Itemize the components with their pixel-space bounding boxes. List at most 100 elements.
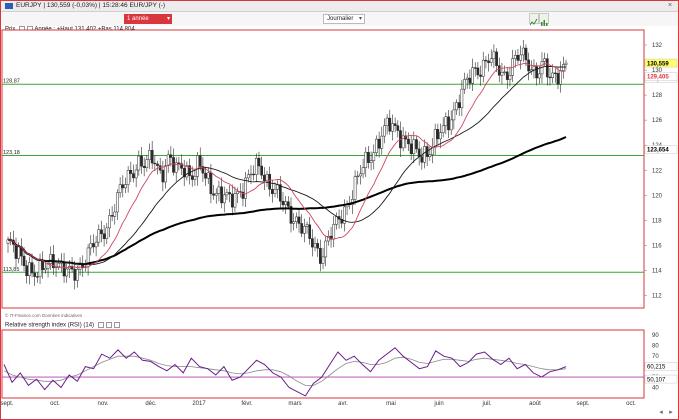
- candle-body: [385, 117, 389, 126]
- candle-body: [102, 233, 106, 239]
- candle-body: [294, 216, 298, 222]
- candle-body: [521, 47, 525, 56]
- candle-body: [217, 186, 221, 194]
- candle-body: [471, 67, 474, 84]
- candle-body: [145, 159, 149, 168]
- candle-body: [415, 139, 418, 150]
- candle-body: [292, 221, 296, 224]
- candle-body: [319, 247, 322, 264]
- candle-body: [228, 192, 231, 195]
- candle-body: [559, 70, 563, 85]
- y-tick-label: 120: [652, 193, 663, 199]
- candle-body: [449, 119, 453, 131]
- x-tick-label: avr.: [338, 401, 348, 407]
- candle-body: [377, 138, 381, 149]
- candle-body: [278, 184, 282, 202]
- candle-body: [225, 192, 229, 196]
- candle-body: [254, 157, 258, 175]
- candle-body: [249, 173, 253, 176]
- candle-body: [393, 123, 397, 126]
- candle-body: [513, 55, 517, 59]
- candle-body: [548, 76, 552, 79]
- candle-body: [545, 58, 549, 78]
- y-tick-label: 118: [652, 218, 662, 224]
- candle-body: [444, 116, 448, 127]
- candle-body: [388, 117, 392, 132]
- candle-body: [455, 102, 458, 111]
- candle-body: [481, 59, 485, 77]
- candle-body: [535, 66, 538, 79]
- candle-body: [65, 268, 69, 277]
- candle-body: [313, 243, 317, 248]
- candle-body: [150, 150, 154, 164]
- candle-body: [28, 262, 31, 277]
- x-tick-label: mai: [386, 401, 396, 407]
- candle-body: [503, 71, 506, 73]
- y-tick-label: 132: [652, 43, 663, 49]
- candle-body: [30, 262, 34, 274]
- candle-body: [305, 224, 309, 227]
- candle-body: [556, 73, 560, 85]
- candle-body: [439, 132, 442, 140]
- candle-body: [100, 229, 103, 235]
- candle-body: [118, 184, 122, 193]
- candle-body: [97, 229, 101, 243]
- candle-body: [262, 174, 266, 181]
- support-line-label: 128,87: [3, 79, 20, 85]
- candle-body: [367, 151, 370, 163]
- candle-body: [17, 246, 21, 259]
- candle-body: [142, 165, 146, 168]
- candle-body: [311, 238, 314, 248]
- candle-body: [300, 223, 304, 234]
- candle-body: [479, 74, 482, 77]
- y-tick-label: 112: [652, 293, 662, 299]
- y-tick-label: 116: [652, 243, 662, 249]
- candle-body: [121, 184, 125, 189]
- x-tick-label: févr.: [241, 401, 253, 407]
- x-tick-label: oct.: [626, 401, 636, 407]
- candle-body: [428, 154, 432, 157]
- candle-body: [537, 73, 541, 79]
- candle-body: [230, 193, 234, 208]
- support-line-label: 113,85: [3, 267, 19, 273]
- candle-body: [417, 148, 421, 157]
- candle-body: [193, 176, 197, 180]
- candle-body: [94, 241, 98, 248]
- candle-body: [132, 173, 135, 179]
- price-tag-label: 123,654: [647, 148, 669, 154]
- candle-body: [551, 72, 555, 78]
- candle-body: [457, 102, 461, 109]
- candle-body: [257, 157, 261, 167]
- x-tick-label: déc.: [145, 401, 157, 407]
- candle-body: [105, 227, 109, 239]
- candle-body: [196, 155, 199, 177]
- candle-body: [212, 193, 215, 196]
- candle-body: [383, 125, 386, 137]
- x-tick-label: nov.: [98, 401, 109, 407]
- candle-body: [185, 165, 189, 178]
- candle-body: [492, 51, 496, 59]
- candle-body: [108, 215, 111, 229]
- candle-body: [124, 184, 127, 189]
- price-chart: sept. oct. nov. déc. 2017 févr. mars avr. mai jui…: [0, 29, 678, 407]
- candle-body: [25, 265, 29, 277]
- scroll-left-icon[interactable]: ◂: [657, 409, 665, 417]
- y-tick-label: 128: [652, 93, 663, 99]
- scroll-right-icon[interactable]: ▸: [667, 409, 675, 417]
- candle-body: [495, 51, 498, 66]
- candle-body: [222, 194, 226, 204]
- candle-body: [564, 62, 568, 65]
- candle-body: [409, 143, 413, 154]
- x-tick-label: sept.: [0, 401, 13, 407]
- candle-body: [508, 75, 512, 80]
- candle-body: [391, 123, 394, 132]
- candle-body: [463, 79, 466, 90]
- candle-body: [284, 201, 288, 206]
- candle-body: [420, 156, 424, 163]
- candle-body: [465, 77, 469, 80]
- candle-body: [214, 193, 218, 196]
- support-line-label: 123,18: [3, 150, 20, 156]
- rsi-tick-label: 40: [652, 386, 659, 392]
- x-tick-label: sept.: [576, 401, 589, 407]
- candle-body: [505, 71, 509, 80]
